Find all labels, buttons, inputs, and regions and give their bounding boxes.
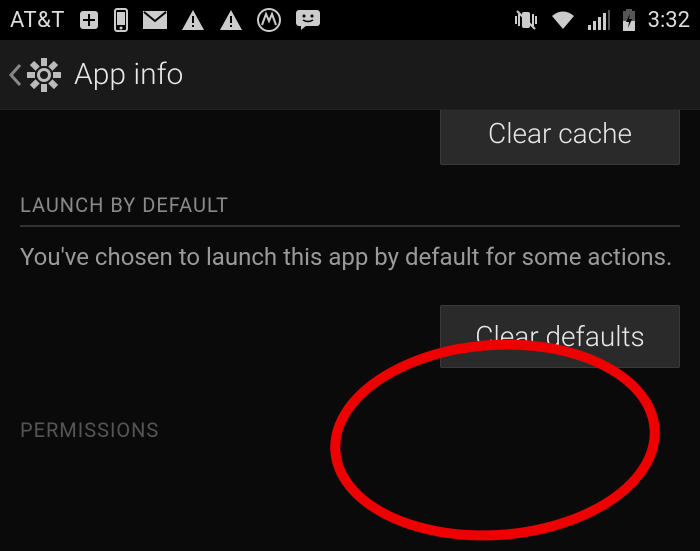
warning-icon [219,9,243,31]
warning-icon [181,9,205,31]
wifi-icon [550,10,576,30]
app-header[interactable]: App info [0,40,700,110]
status-bar-right: 3:32 [514,8,690,33]
plus-box-icon [79,10,99,30]
launch-by-default-header: LAUNCH BY DEFAULT [20,193,680,227]
launch-by-default-body: You've chosen to launch this app by defa… [20,241,680,275]
gear-icon [24,55,64,95]
cell-signal-icon [588,10,610,30]
gmail-icon [143,11,167,29]
motorola-icon [257,8,281,32]
page-title: App info [74,57,183,92]
status-bar: AT&T [0,0,700,40]
carrier-label: AT&T [10,8,65,33]
back-chevron-icon[interactable] [8,63,22,87]
battery-charging-icon [622,9,636,31]
clear-defaults-button[interactable]: Clear defaults [440,305,680,368]
vibrate-mute-icon [514,8,538,32]
permissions-header: PERMISSIONS [20,418,680,442]
clear-defaults-row: Clear defaults [20,305,680,408]
clear-cache-row: Clear cache [20,110,680,193]
content-area: Clear cache LAUNCH BY DEFAULT You've cho… [0,110,700,442]
status-bar-left: AT&T [10,8,321,33]
phone-icon [113,8,129,32]
clear-cache-button[interactable]: Clear cache [440,110,680,165]
message-smile-icon [295,9,321,31]
clock-time: 3:32 [648,8,690,33]
